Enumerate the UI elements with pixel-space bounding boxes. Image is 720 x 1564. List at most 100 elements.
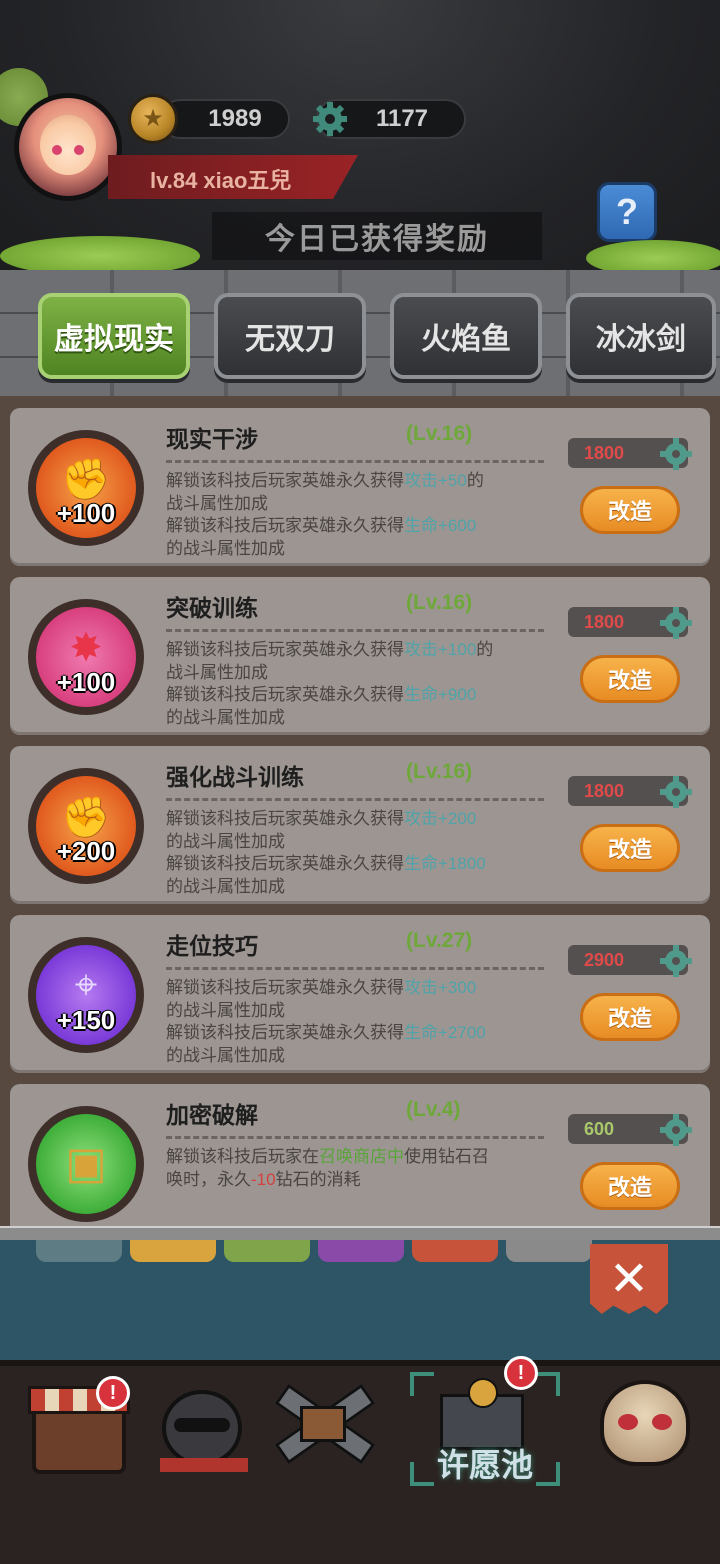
nav-weapons[interactable] [262, 1372, 382, 1482]
gear-icon [660, 1114, 692, 1146]
fist-icon: ✊ +200 [36, 776, 136, 876]
list-item: ⌖ +150 走位技巧 (Lv.27) 解锁该科技后玩家英雄永久获得攻击+300… [10, 915, 710, 1073]
desc-text: 的 [466, 471, 484, 490]
tech-bonus: +100 [56, 667, 116, 697]
tech-description: 解锁该科技后玩家英雄永久获得攻击+200 的战斗属性加成 解锁该科技后玩家英雄永… [166, 808, 558, 898]
background-slot [36, 1240, 122, 1262]
tech-title: 加密破解 [166, 1102, 258, 1128]
desc-value: +600 [438, 516, 477, 535]
gear-amount: 1177 [375, 105, 429, 132]
desc-text: 钻石的消耗 [275, 1169, 361, 1189]
divider [166, 798, 544, 801]
cost-badge: 2900 [568, 945, 692, 977]
tech-bonus: +200 [56, 836, 116, 866]
desc-text: 的战斗属性加成 [166, 831, 285, 851]
desc-value: +300 [438, 978, 477, 997]
close-button[interactable]: ✕ [590, 1244, 668, 1314]
help-button[interactable]: ? [597, 182, 657, 242]
tech-description: 解锁该科技后玩家在召唤商店中使用钻石召 唤时，永久-10钻石的消耗 [166, 1146, 558, 1191]
upgrade-button[interactable]: 改造 [580, 1162, 680, 1210]
grip-icon [300, 1406, 346, 1442]
scarf-icon [160, 1458, 248, 1472]
avatar-eye [52, 145, 62, 155]
tech-title: 走位技巧 [166, 933, 258, 959]
tab-peerless-blade[interactable]: 无双刀 [214, 293, 366, 379]
gear-icon [660, 776, 692, 808]
desc-text: 解锁该科技后玩家英雄永久获得 [166, 685, 404, 704]
list-item: ✊ +200 强化战斗训练 (Lv.16) 解锁该科技后玩家英雄永久获得攻击+2… [10, 746, 710, 904]
desc-text: 唤时，永久 [166, 1169, 251, 1189]
fist-glyph: ✊ [61, 796, 111, 840]
tech-level: (Lv.4) [406, 1098, 461, 1121]
tech-icon-frame: ✸ +100 [28, 599, 144, 715]
divider [166, 1136, 544, 1139]
tech-icon-frame: ✊ +200 [28, 768, 144, 884]
desc-text: 的战斗属性加成 [166, 538, 285, 558]
desc-text: 解锁该科技后玩家英雄永久获得 [166, 471, 404, 490]
tech-icon-frame: ✊ +100 [28, 430, 144, 546]
desc-text: 解锁该科技后玩家英雄永久获得 [166, 809, 404, 828]
desc-highlight: 生命 [404, 516, 438, 535]
cost-amount: 1800 [584, 442, 625, 463]
upgrade-button[interactable]: 改造 [580, 655, 680, 703]
coin-icon [468, 1378, 498, 1408]
chest-icon: ▣ [36, 1114, 136, 1214]
selection-bracket [410, 1372, 434, 1396]
background-slot [224, 1240, 310, 1262]
desc-highlight: 生命 [404, 854, 438, 873]
desc-highlight: 攻击 [404, 809, 438, 828]
tech-level: (Lv.27) [406, 929, 473, 952]
tech-list[interactable]: ✊ +100 现实干涉 (Lv.16) 解锁该科技后玩家英雄永久获得攻击+50的… [0, 396, 720, 1232]
upgrade-button[interactable]: 改造 [580, 824, 680, 872]
divider [166, 629, 544, 632]
notification-badge: ! [504, 1356, 538, 1390]
list-item: ▣ 加密破解 (Lv.4) 解锁该科技后玩家在召唤商店中使用钻石召 唤时，永久-… [10, 1084, 710, 1232]
today-rewards-banner[interactable]: 今日已获得奖励 [212, 212, 542, 260]
nav-shop[interactable]: ! [20, 1372, 140, 1482]
desc-value: +100 [438, 640, 477, 659]
cost-badge: 1800 [568, 776, 692, 808]
tech-description: 解锁该科技后玩家英雄永久获得攻击+100的 战斗属性加成 解锁该科技后玩家英雄永… [166, 639, 558, 729]
list-item: ✊ +100 现实干涉 (Lv.16) 解锁该科技后玩家英雄永久获得攻击+50的… [10, 408, 710, 566]
upgrade-button[interactable]: 改造 [580, 486, 680, 534]
desc-text: 解锁该科技后玩家英雄永久获得 [166, 1023, 404, 1042]
coin-counter[interactable]: 1989 [160, 99, 290, 139]
cost-amount: 1800 [584, 780, 625, 801]
tab-flame-fish[interactable]: 火焰鱼 [390, 293, 542, 379]
nav-boss[interactable] [592, 1372, 712, 1482]
fist-glyph: ✊ [61, 458, 111, 502]
tech-bonus: +100 [56, 498, 116, 528]
cost-amount: 600 [584, 1118, 615, 1139]
desc-highlight: 生命 [404, 685, 438, 704]
desc-highlight: 生命 [404, 1023, 438, 1042]
cost-badge: 1800 [568, 438, 692, 470]
divider [166, 460, 544, 463]
avatar-eye [74, 145, 84, 155]
nav-hero[interactable] [150, 1372, 270, 1482]
tech-description: 解锁该科技后玩家英雄永久获得攻击+300 的战斗属性加成 解锁该科技后玩家英雄永… [166, 977, 558, 1067]
gear-icon [660, 945, 692, 977]
desc-value: +1800 [438, 854, 486, 873]
skull-icon [600, 1380, 690, 1466]
tech-description: 解锁该科技后玩家英雄永久获得攻击+50的 战斗属性加成 解锁该科技后玩家英雄永久… [166, 470, 558, 560]
tech-title: 强化战斗训练 [166, 764, 304, 790]
tech-icon-frame: ⌖ +150 [28, 937, 144, 1053]
tab-ice-sword[interactable]: 冰冰剑 [566, 293, 716, 379]
tab-virtual-reality[interactable]: 虚拟现实 [38, 293, 190, 379]
coin-amount: 1989 [208, 105, 262, 132]
desc-value: -10 [251, 1169, 276, 1189]
tech-title: 现实干涉 [166, 426, 258, 452]
tech-level: (Lv.16) [406, 422, 473, 445]
skull-eye [618, 1414, 638, 1430]
desc-text: 解锁该科技后玩家英雄永久获得 [166, 640, 404, 659]
desc-text: 的战斗属性加成 [166, 1045, 285, 1065]
desc-text: 战斗属性加成 [166, 493, 268, 513]
tech-icon-frame: ▣ [28, 1106, 144, 1222]
player-level: lv.84 xiao五兒 [150, 168, 292, 193]
desc-value: +2700 [438, 1023, 486, 1042]
gear-icon [660, 438, 692, 470]
upgrade-button[interactable]: 改造 [580, 993, 680, 1041]
chest-glyph: ▣ [65, 1139, 107, 1188]
desc-text: 解锁该科技后玩家在 [166, 1147, 319, 1166]
cost-amount: 2900 [584, 949, 625, 970]
